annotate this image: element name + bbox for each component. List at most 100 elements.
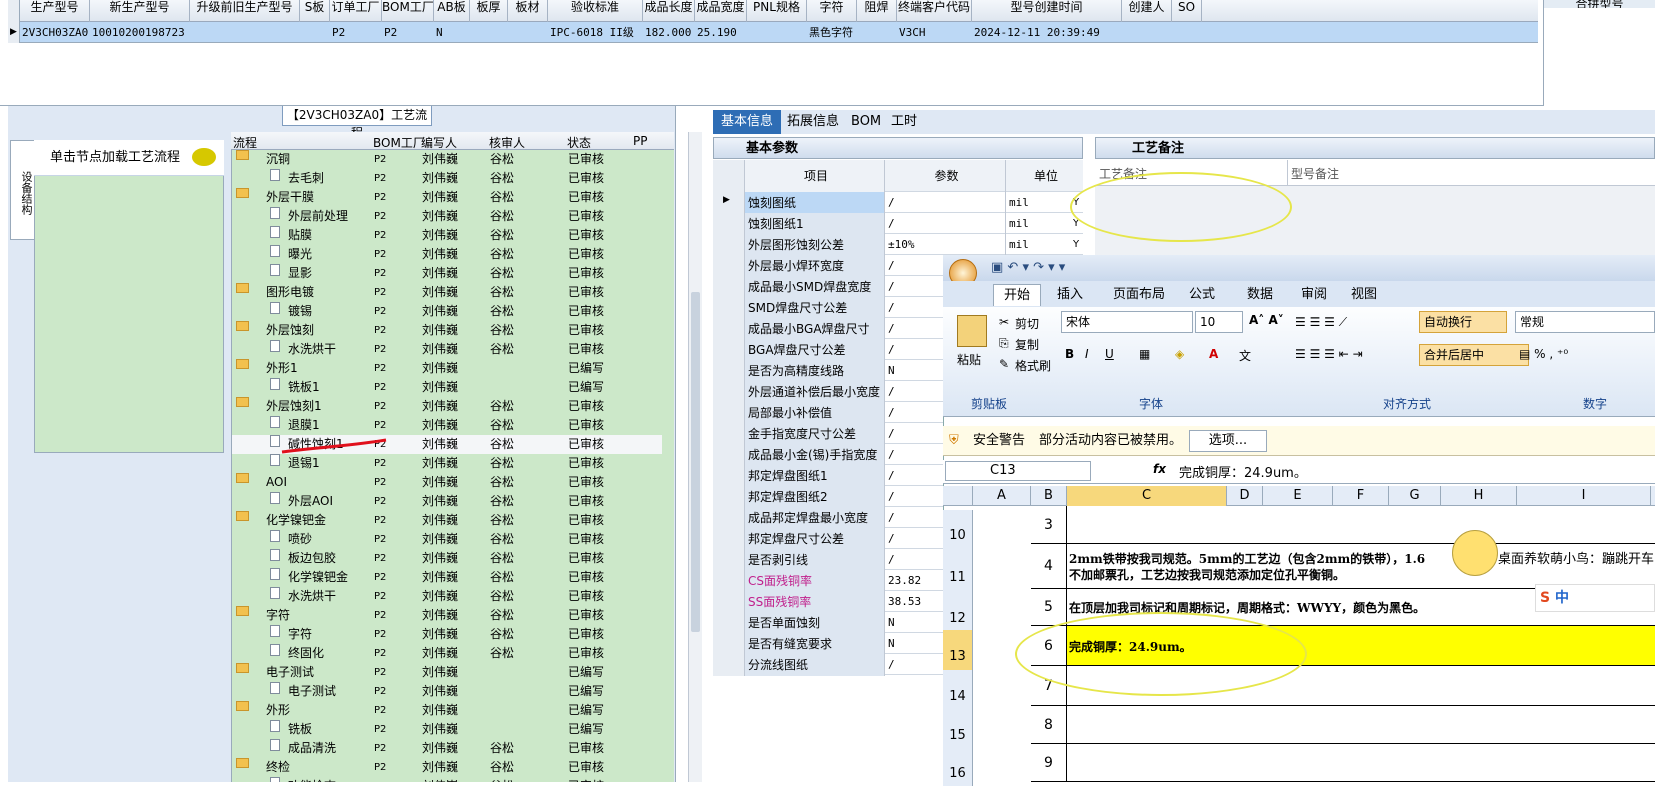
ribbon-tab[interactable]: 审阅 — [1291, 284, 1337, 306]
scrollbar-thumb[interactable] — [691, 292, 700, 632]
ribbon-tab[interactable]: 数据 — [1237, 284, 1283, 306]
options-button[interactable]: 选项... — [1189, 430, 1267, 452]
tab-1[interactable]: 拓展信息 — [779, 110, 847, 134]
sheet-row-number[interactable]: 8 — [1031, 706, 1067, 744]
col-header[interactable]: 字符 — [807, 0, 857, 22]
top-cell[interactable] — [1174, 22, 1202, 43]
top-cell[interactable]: 2V3CH03ZA0 — [22, 22, 90, 43]
column-header[interactable]: G — [1389, 486, 1441, 506]
underline-icon[interactable]: U — [1105, 347, 1114, 361]
col-header[interactable]: S板 — [300, 0, 330, 22]
tree-row[interactable]: 电子测试 P2 刘伟巍 已编写 — [232, 682, 662, 701]
ribbon-tab[interactable]: 开始 — [993, 284, 1042, 306]
top-cell[interactable]: N — [436, 22, 470, 43]
param-row[interactable]: 蚀刻图纸1/mil Y — [713, 213, 1083, 235]
tree-row[interactable]: 字符 P2 刘伟巍 谷松 已审核 — [232, 625, 662, 644]
column-header[interactable] — [943, 486, 973, 506]
ime-toolbar[interactable]: S 中 — [1535, 584, 1655, 612]
tree-row[interactable]: 铣板1 P2 刘伟巍 已编写 — [232, 378, 662, 397]
tree-col-header[interactable]: 状态 — [567, 134, 591, 151]
sheet-row-number[interactable]: 5 — [1031, 589, 1067, 626]
tree-row[interactable]: 铣板 P2 刘伟巍 已编写 — [232, 720, 662, 739]
top-cell[interactable]: P2 — [332, 22, 382, 43]
bold-icon[interactable]: B — [1065, 347, 1074, 361]
top-cell[interactable] — [1124, 22, 1172, 43]
column-header[interactable]: A — [973, 486, 1031, 506]
top-cell[interactable]: 25.190 — [697, 22, 747, 43]
top-cell[interactable] — [302, 22, 330, 43]
row-header[interactable]: 11 — [943, 548, 973, 593]
col-header[interactable]: 成品长度 — [643, 0, 695, 22]
copy-button[interactable]: 复制 — [1015, 336, 1039, 353]
param-value[interactable]: / — [885, 192, 1005, 214]
sheet-row[interactable] — [1067, 744, 1655, 782]
row-header[interactable]: 15 — [943, 710, 973, 748]
tree-row[interactable]: 功能检查 P2 刘伟巍 谷松 已审核 — [232, 777, 662, 782]
column-header[interactable]: B — [1031, 486, 1067, 506]
tree-row[interactable]: − 外层蚀刻1P2刘伟巍谷松已审核 — [232, 397, 662, 416]
tree-row[interactable]: 曝光 P2 刘伟巍 谷松 已审核 — [232, 245, 662, 264]
top-cell[interactable] — [749, 22, 807, 43]
tree-scrollbar[interactable] — [688, 132, 702, 782]
align-top-icons[interactable]: ☰ ☰ ☰ ⟋ — [1295, 315, 1347, 330]
row-header[interactable]: 10 — [943, 510, 973, 548]
number-format-icons[interactable]: ▤ % , ⁺⁰ — [1519, 347, 1568, 361]
ribbon-tab[interactable]: 插入 — [1047, 284, 1093, 306]
tree-row[interactable]: − 字符P2刘伟巍谷松已审核 — [232, 606, 662, 625]
top-cell[interactable]: 黑色字符 — [809, 22, 857, 43]
sheet-row-number[interactable]: 3 — [1031, 506, 1067, 544]
cut-icon[interactable]: ✂ — [999, 315, 1009, 329]
font-size-select[interactable]: 10 — [1195, 311, 1243, 333]
tree-row[interactable]: − 外层干膜P2刘伟巍谷松已审核 — [232, 188, 662, 207]
tree-col-header[interactable]: 流程 — [233, 134, 257, 151]
tree-row[interactable]: 去毛刺 P2 刘伟巍 谷松 已审核 — [232, 169, 662, 188]
col-header[interactable]: 板厚 — [470, 0, 508, 22]
phonetic-icon[interactable]: 文 — [1239, 347, 1251, 364]
tree-col-header[interactable]: PP — [633, 134, 647, 148]
top-cell[interactable]: 182.000 — [645, 22, 695, 43]
align-icons[interactable]: ☰ ☰ ☰ ⇤ ⇥ — [1295, 347, 1363, 361]
param-value[interactable]: / — [885, 213, 1005, 235]
ribbon-tab[interactable]: 视图 — [1341, 284, 1387, 306]
col-header[interactable]: 新生产型号 — [90, 0, 190, 22]
row-header[interactable]: 14 — [943, 670, 973, 710]
col-header[interactable]: 型号创建时间 — [972, 0, 1122, 22]
format-painter-button[interactable]: 格式刷 — [1015, 357, 1051, 374]
tree-row[interactable]: 喷砂 P2 刘伟巍 谷松 已审核 — [232, 530, 662, 549]
param-value[interactable]: ±10% — [885, 234, 1005, 256]
column-header[interactable]: D — [1227, 486, 1263, 506]
tab-device-structure[interactable]: 设备结构 — [10, 140, 34, 240]
top-cell[interactable]: V3CH — [899, 22, 972, 43]
formula-input[interactable]: 完成铜厚：24.9um。 — [1179, 462, 1307, 481]
tree-row[interactable]: − 沉铜P2刘伟巍谷松已审核 — [232, 150, 662, 169]
param-row[interactable]: 蚀刻图纸 / mil Y ▶ — [713, 192, 1083, 214]
font-grow-icon[interactable]: A˄ A˅ — [1249, 313, 1284, 327]
quick-access-icons[interactable]: ▣ ↶ ▾ ↷ ▾ ▾ — [991, 260, 1065, 275]
tree-row[interactable]: 水洗烘干 P2 刘伟巍 谷松 已审核 — [232, 587, 662, 606]
ribbon-tab[interactable]: 页面布局 — [1103, 284, 1175, 306]
tree-row[interactable]: − 终检P2刘伟巍谷松已审核 — [232, 758, 662, 777]
number-format-select[interactable]: 常规 — [1515, 311, 1655, 333]
tree-row[interactable]: − 化学镍钯金P2刘伟巍谷松已审核 — [232, 511, 662, 530]
column-header[interactable]: C — [1067, 486, 1227, 506]
top-cell[interactable] — [510, 22, 548, 43]
col-header[interactable]: AB板 — [434, 0, 470, 22]
col-header[interactable]: 终端客户代码 — [897, 0, 972, 22]
col-header[interactable]: 生产型号 — [20, 0, 90, 22]
tree-row[interactable]: 退膜1 P2 刘伟巍 谷松 已审核 — [232, 416, 662, 435]
fx-icon[interactable]: fx — [1153, 462, 1166, 476]
column-header[interactable]: E — [1263, 486, 1333, 506]
tree-row[interactable]: − AOIP2刘伟巍谷松已审核 — [232, 473, 662, 492]
ribbon-tab[interactable]: 公式 — [1179, 284, 1225, 306]
tab-0[interactable]: 基本信息 — [713, 110, 782, 134]
format-painter-icon[interactable]: ✎ — [999, 357, 1009, 371]
paste-icon[interactable] — [957, 315, 987, 347]
tree-col-header[interactable]: BOM工厂 — [373, 134, 425, 151]
tree-row[interactable]: 贴膜 P2 刘伟巍 谷松 已审核 — [232, 226, 662, 245]
copy-icon[interactable]: ⎘ — [999, 336, 1009, 351]
sheet-row[interactable] — [1067, 506, 1655, 544]
top-cell[interactable] — [859, 22, 897, 43]
tree-row[interactable]: 水洗烘干 P2 刘伟巍 谷松 已审核 — [232, 340, 662, 359]
ime-mode[interactable]: 中 — [1555, 590, 1569, 606]
tree-row[interactable]: − 外形1P2刘伟巍已编写 — [232, 359, 662, 378]
